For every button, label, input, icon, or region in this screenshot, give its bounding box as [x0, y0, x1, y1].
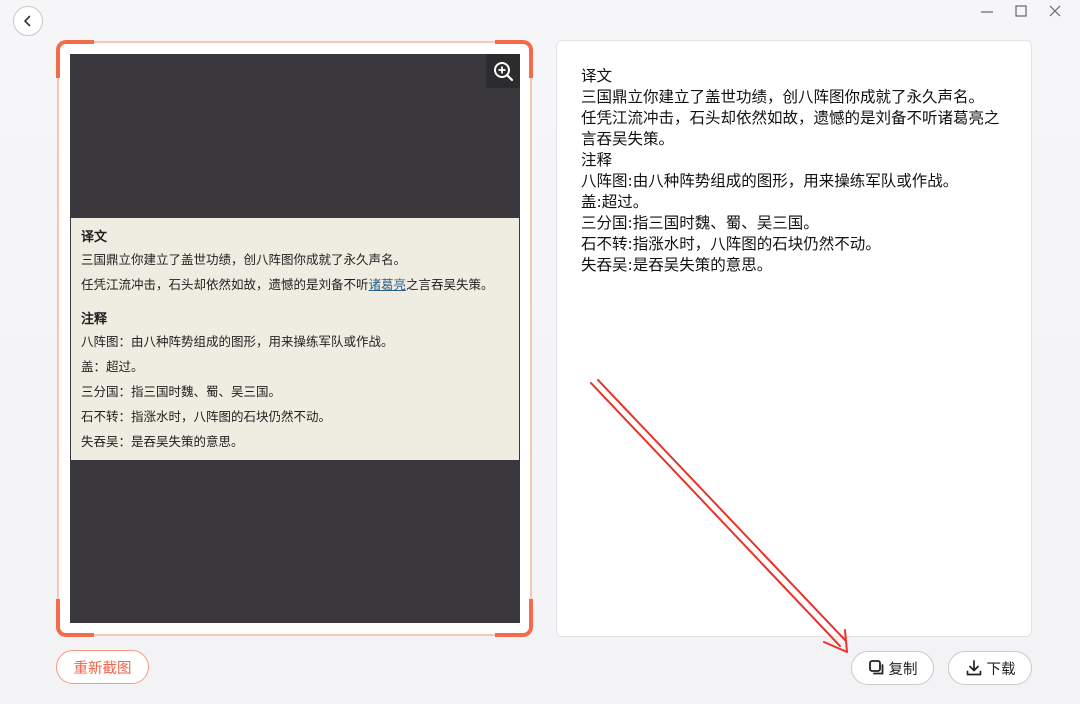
captured-note: 盖：超过。: [81, 359, 144, 374]
close-button[interactable]: [1038, 0, 1072, 22]
minimize-button[interactable]: [970, 0, 1004, 22]
captured-text: 之言吞吴失策。: [406, 277, 494, 292]
captured-image: 译文 三国鼎立你建立了盖世功绩，创八阵图你成就了永久声名。 任凭江流冲击，石头却…: [70, 54, 520, 623]
copy-icon: [868, 660, 883, 675]
result-line: 言吞吴失策。: [581, 130, 675, 148]
result-line: 八阵图:由八种阵势组成的图形，用来操练军队或作战。: [581, 172, 959, 190]
back-button[interactable]: [13, 6, 43, 36]
download-button-label: 下载: [986, 661, 1016, 678]
window-controls: [970, 0, 1072, 22]
recapture-button-label: 重新截图: [73, 660, 132, 677]
close-icon: [1049, 5, 1061, 17]
zoom-button[interactable]: [486, 54, 520, 88]
recapture-button[interactable]: 重新截图: [56, 650, 149, 684]
captured-note: 三分国：指三国时魏、蜀、吴三国。: [81, 384, 282, 399]
captured-heading-translation: 译文: [81, 230, 108, 245]
result-line: 盖:超过。: [581, 193, 649, 211]
result-line: 三分国:指三国时魏、蜀、吴三国。: [581, 214, 819, 232]
copy-button[interactable]: 复制: [851, 651, 934, 685]
result-text-panel[interactable]: 译文 三国鼎立你建立了盖世功绩，创八阵图你成就了永久声名。 任凭江流冲击，石头却…: [556, 40, 1032, 637]
result-line: 注释: [581, 151, 613, 169]
maximize-icon: [1015, 5, 1027, 17]
captured-text-block: 译文 三国鼎立你建立了盖世功绩，创八阵图你成就了永久声名。 任凭江流冲击，石头却…: [71, 218, 519, 460]
chevron-left-icon: [24, 15, 31, 27]
captured-link: 诸葛亮: [368, 277, 407, 292]
captured-heading-notes: 注释: [81, 312, 108, 327]
result-line: 三国鼎立你建立了盖世功绩，创八阵图你成就了永久声名。: [581, 88, 985, 106]
captured-line: 任凭江流冲击，石头却依然如故，遗憾的是刘备不听诸葛亮之言吞吴失策。: [81, 277, 509, 293]
zoom-in-icon: [494, 62, 514, 82]
download-button[interactable]: 下载: [948, 651, 1032, 685]
copy-button-label: 复制: [888, 661, 918, 678]
minimize-icon: [981, 11, 993, 13]
captured-text: 任凭江流冲击，石头却依然如故，遗憾的是刘备不听: [81, 277, 369, 292]
download-icon: [966, 660, 981, 676]
captured-note: 失吞吴：是吞吴失策的意思。: [81, 434, 244, 449]
result-line: 石不转:指涨水时，八阵图的石块仍然不动。: [581, 235, 881, 253]
result-line: 任凭江流冲击，石头却依然如故，遗憾的是刘备不听诸葛亮之: [581, 109, 1000, 127]
capture-frame: 译文 三国鼎立你建立了盖世功绩，创八阵图你成就了永久声名。 任凭江流冲击，石头却…: [56, 40, 533, 637]
captured-line: 三国鼎立你建立了盖世功绩，创八阵图你成就了永久声名。: [81, 252, 407, 267]
result-line: 失吞吴:是吞吴失策的意思。: [581, 256, 773, 274]
result-line: 译文: [581, 67, 613, 85]
captured-note: 石不转：指涨水时，八阵图的石块仍然不动。: [81, 409, 332, 424]
captured-note: 八阵图：由八种阵势组成的图形，用来操练军队或作战。: [81, 334, 394, 349]
app-window: 译文 三国鼎立你建立了盖世功绩，创八阵图你成就了永久声名。 任凭江流冲击，石头却…: [0, 0, 1080, 704]
maximize-button[interactable]: [1004, 0, 1038, 22]
